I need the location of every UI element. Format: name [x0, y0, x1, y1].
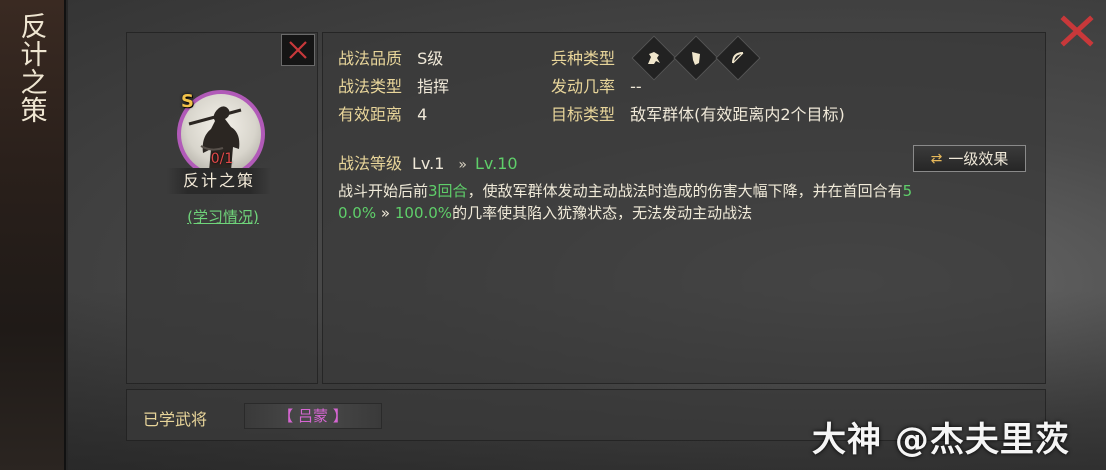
side-title-char: 策 — [20, 96, 48, 127]
watermark: 大神 @杰夫里茨 — [812, 420, 1070, 460]
general-tag[interactable]: 【 吕蒙 】 — [244, 403, 382, 429]
side-title-char: 反 — [20, 12, 48, 43]
grade-badge: S — [181, 91, 194, 112]
desc-pct-to: 100.0% — [394, 204, 453, 222]
type-label: 战法类型 — [338, 77, 403, 96]
range-label: 有效距离 — [338, 105, 403, 124]
type-row: 战法类型 指挥 — [338, 77, 449, 97]
troop-type-icons — [631, 35, 761, 81]
cavalry-icon — [631, 35, 677, 81]
study-status-link[interactable]: (学习情况) — [178, 206, 268, 227]
trigger-value: -- — [630, 77, 642, 96]
side-title-char: 之 — [20, 68, 48, 99]
effect-button-label: 一级效果 — [948, 150, 1009, 168]
bow-icon — [715, 35, 761, 81]
close-icon[interactable] — [1060, 14, 1094, 48]
troop-type-row: 兵种类型 — [551, 49, 615, 69]
level-effect-button[interactable]: ⇄ 一级效果 — [913, 145, 1026, 172]
desc-arrow: » — [380, 204, 391, 222]
quality-value: S级 — [417, 49, 444, 68]
desc-text: 的几率使其陷入犹豫状态，无法发动主动战法 — [452, 204, 753, 222]
quality-row: 战法品质 S级 — [338, 49, 443, 69]
level-row: 战法等级 Lv.1 » Lv.10 — [338, 150, 518, 174]
type-value: 指挥 — [417, 77, 450, 96]
level-label: 战法等级 — [338, 154, 403, 173]
side-title: 反 计 之 策 — [14, 14, 54, 126]
level-arrow: » — [458, 157, 467, 173]
quality-label: 战法品质 — [338, 49, 403, 68]
range-row: 有效距离 4 — [338, 105, 427, 125]
skill-description: 战斗开始后前3回合，使敌军群体发动主动战法时造成的伤害大幅下降，并在首回合有5 0… — [338, 180, 1038, 224]
shield-icon — [673, 35, 719, 81]
desc-rounds: 3回合 — [428, 182, 468, 200]
desc-pct-from: 0.0% — [338, 204, 377, 222]
desc-pct-from: 5 — [902, 182, 913, 200]
skill-name: 反计之策 — [167, 168, 271, 194]
desc-text: ，使敌军群体发动主动战法时造成的伤害大幅下降，并在首回合有 — [467, 182, 903, 200]
side-strip: 反 计 之 策 — [0, 0, 66, 470]
range-value: 4 — [417, 105, 428, 124]
remove-skill-button[interactable] — [281, 34, 315, 66]
skill-count: 0/1 — [210, 151, 234, 167]
side-title-char: 计 — [20, 40, 48, 71]
target-value: 敌军群体(有效距离内2个目标) — [630, 105, 845, 124]
swap-arrows-icon: ⇄ — [930, 150, 943, 167]
target-label: 目标类型 — [551, 105, 616, 124]
trigger-row: 发动几率 -- — [551, 77, 642, 97]
close-icon — [289, 41, 307, 59]
trigger-label: 发动几率 — [551, 77, 616, 96]
desc-text: 战斗开始后前 — [338, 182, 429, 200]
target-row: 目标类型 敌军群体(有效距离内2个目标) — [551, 105, 845, 125]
learned-generals-label: 已学武将 — [143, 410, 208, 429]
troop-type-label: 兵种类型 — [551, 49, 616, 68]
level-to: Lv.10 — [475, 154, 518, 173]
level-from: Lv.1 — [412, 154, 445, 173]
